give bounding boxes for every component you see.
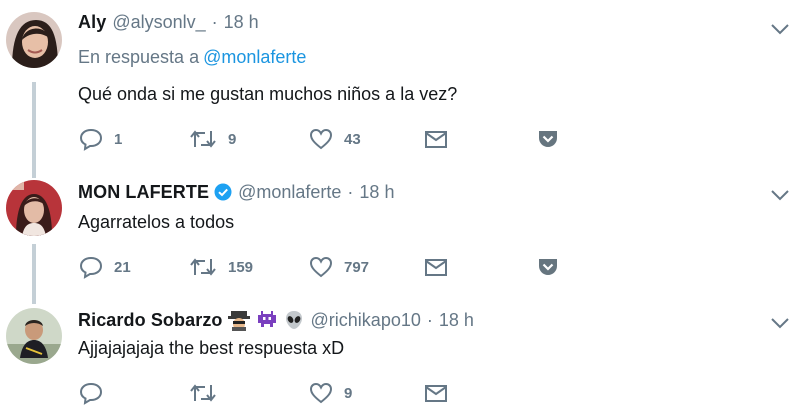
- chevron-down-icon[interactable]: [770, 188, 790, 202]
- dm-button[interactable]: [423, 254, 449, 280]
- like-count: 9: [344, 384, 353, 402]
- user-handle[interactable]: @richikapo10: [311, 310, 421, 331]
- display-name[interactable]: Ricardo Sobarzo: [78, 310, 223, 331]
- spy-emoji-icon: [227, 309, 251, 331]
- display-name[interactable]: MON LAFERTE: [78, 182, 209, 203]
- timestamp[interactable]: 18 h: [359, 182, 394, 203]
- verified-badge-icon: [214, 183, 232, 201]
- avatar[interactable]: [6, 180, 62, 236]
- tweet-mon-laferte[interactable]: MON LAFERTE @monlaferte · 18 h Agarratel…: [0, 140, 800, 280]
- tweet-ricardo-sobarzo[interactable]: Ricardo Sobarzo @richikapo10 · 18 h Ajja…: [0, 280, 800, 417]
- heart-icon: [308, 255, 334, 279]
- reply-prefix: En respuesta a: [78, 47, 200, 67]
- separator-dot: ·: [211, 11, 218, 32]
- tweet-header: Ricardo Sobarzo @richikapo10 · 18 h: [78, 308, 474, 332]
- envelope-icon: [423, 255, 449, 279]
- thread-line: [32, 82, 36, 140]
- envelope-icon: [423, 381, 449, 405]
- tweet-text: Agarratelos a todos: [78, 212, 235, 232]
- display-name[interactable]: Aly: [78, 12, 106, 33]
- retweet-button[interactable]: 159: [188, 254, 253, 280]
- reply-count: 21: [114, 258, 131, 276]
- reply-button[interactable]: [78, 380, 114, 406]
- retweet-count: 159: [228, 258, 254, 276]
- pocket-icon: [536, 255, 560, 279]
- like-button[interactable]: 9: [308, 380, 352, 406]
- alien-emoji-icon: [283, 309, 305, 331]
- avatar[interactable]: [6, 12, 62, 68]
- space-invader-emoji-icon: [255, 309, 279, 331]
- timestamp[interactable]: 18 h: [439, 310, 474, 331]
- thread-line: [32, 280, 36, 304]
- chevron-down-icon[interactable]: [770, 22, 790, 36]
- separator-dot: ·: [347, 181, 354, 202]
- tweet-header: Aly @alysonlv_ · 18 h: [78, 10, 259, 34]
- reply-icon: [78, 255, 104, 279]
- tweet-actions: 21 159 797: [78, 254, 578, 280]
- tweet-actions: 9: [78, 380, 578, 406]
- reply-icon: [78, 381, 104, 405]
- like-count: 797: [344, 258, 370, 276]
- tweet-text: Ajjajajajaja the best respuesta xD: [78, 338, 345, 358]
- separator-dot: ·: [426, 309, 433, 330]
- user-handle[interactable]: @alysonlv_: [112, 12, 205, 33]
- reply-mention-link[interactable]: @monlaferte: [203, 47, 306, 67]
- timestamp[interactable]: 18 h: [224, 12, 259, 33]
- like-button[interactable]: 797: [308, 254, 369, 280]
- pocket-button[interactable]: [536, 254, 560, 280]
- reply-button[interactable]: 21: [78, 254, 131, 280]
- retweet-icon: [188, 255, 218, 279]
- user-handle[interactable]: @monlaferte: [238, 182, 341, 203]
- tweet-text: Qué onda si me gustan muchos niños a la …: [78, 84, 458, 104]
- dm-button[interactable]: [423, 380, 449, 406]
- chevron-down-icon[interactable]: [770, 316, 790, 330]
- tweet-aly[interactable]: Aly @alysonlv_ · 18 h En respuesta a @mon…: [0, 0, 800, 151]
- reply-context: En respuesta a @monlaferte: [78, 47, 306, 68]
- avatar[interactable]: [6, 308, 62, 364]
- thread-line: [32, 244, 36, 280]
- heart-icon: [308, 381, 334, 405]
- tweet-header: MON LAFERTE @monlaferte · 18 h: [78, 180, 394, 204]
- retweet-icon: [188, 381, 218, 405]
- thread-line: [32, 140, 36, 178]
- retweet-button[interactable]: [188, 380, 228, 406]
